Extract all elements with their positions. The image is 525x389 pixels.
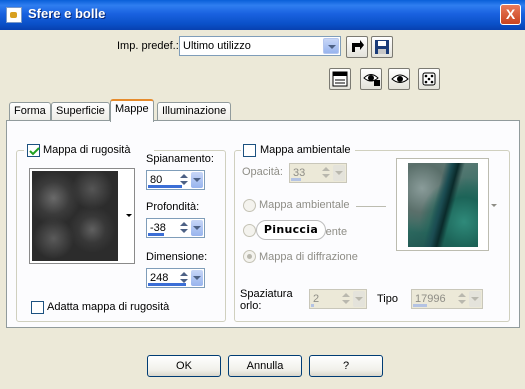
- preset-label: Imp. predef.:: [117, 40, 179, 52]
- bump-map-texture-image: [32, 171, 118, 261]
- smoothness-level-bar: [148, 185, 182, 188]
- up-down-arrows-icon[interactable]: [320, 165, 332, 181]
- cancel-button[interactable]: Annulla: [228, 355, 302, 377]
- edge-spacing-level-bar: [311, 304, 314, 307]
- edge-spacing-stepper[interactable]: 2: [309, 289, 367, 309]
- chevron-down-icon[interactable]: [191, 172, 203, 188]
- type-level-bar: [413, 304, 427, 307]
- type-stepper[interactable]: 17996: [411, 289, 483, 309]
- eye-toggle-button[interactable]: [360, 68, 382, 90]
- opacity-stepper[interactable]: 33: [289, 163, 347, 183]
- load-preset-button[interactable]: [346, 36, 368, 58]
- chevron-down-icon[interactable]: [353, 291, 365, 307]
- size-level-bar: [148, 283, 186, 286]
- bump-map-preview-frame[interactable]: [29, 168, 135, 264]
- smoothness-label: Spianamento:: [146, 153, 214, 165]
- checkmark-icon: [29, 147, 40, 156]
- window-title: Sfere e bolle: [28, 6, 106, 21]
- save-preset-button[interactable]: [371, 36, 393, 58]
- preset-select[interactable]: Ultimo utilizzo: [179, 36, 341, 56]
- diffraction-map-radio[interactable]: [243, 250, 256, 263]
- smoothness-stepper[interactable]: 80: [146, 170, 205, 190]
- opacity-label: Opacità:: [242, 166, 283, 178]
- load-preset-icon: [352, 40, 364, 52]
- ok-button[interactable]: OK: [147, 355, 221, 377]
- chevron-down-icon: [323, 38, 339, 54]
- type-label: Tipo: [377, 293, 398, 305]
- title-bar[interactable]: Sfere e bolle X: [0, 0, 525, 30]
- app-icon: [6, 7, 22, 23]
- eye-icon: [391, 74, 409, 83]
- edge-spacing-label-line1: Spaziatura: [240, 288, 293, 300]
- fit-bump-map-checkbox[interactable]: [31, 301, 44, 314]
- bump-map-label: Mappa di rugosità: [43, 144, 131, 156]
- tab-superficie[interactable]: Superficie: [51, 102, 110, 121]
- dice-random-icon: [422, 72, 436, 86]
- chevron-down-icon[interactable]: [191, 270, 203, 286]
- env-map-radio-label: Mappa ambientale: [259, 199, 350, 211]
- preset-value: Ultimo utilizzo: [183, 40, 251, 52]
- fit-bump-map-label: Adatta mappa di rugosità: [47, 301, 170, 313]
- env-map-label: Mappa ambientale: [260, 144, 351, 156]
- up-down-arrows-icon[interactable]: [456, 291, 468, 307]
- depth-level-bar: [148, 233, 164, 236]
- edge-spacing-label-line2: orlo:: [240, 300, 262, 312]
- chevron-down-icon[interactable]: [333, 165, 345, 181]
- size-label: Dimensione:: [146, 251, 208, 263]
- depth-stepper[interactable]: -38: [146, 218, 205, 238]
- eye-toggle-icon: [363, 74, 380, 86]
- tab-illuminazione[interactable]: Illuminazione: [157, 102, 232, 121]
- env-map-radio[interactable]: [243, 199, 256, 212]
- chevron-down-icon: [126, 214, 132, 217]
- chevron-down-icon[interactable]: [469, 291, 481, 307]
- bump-map-checkbox[interactable]: [27, 144, 40, 157]
- depth-label: Profondità:: [146, 201, 200, 213]
- env-map-preview-frame[interactable]: [396, 158, 489, 251]
- up-down-arrows-icon[interactable]: [178, 220, 190, 236]
- layout-button[interactable]: [329, 68, 351, 90]
- tab-forma[interactable]: Forma: [9, 102, 51, 121]
- env-map-checkbox[interactable]: [243, 144, 256, 157]
- watermark-badge: Pinuccia: [256, 220, 326, 240]
- chevron-down-icon[interactable]: [191, 220, 203, 236]
- transparent-env-radio[interactable]: [243, 224, 256, 237]
- layout-icon: [332, 71, 348, 87]
- diffraction-map-label: Mappa di diffrazione: [259, 251, 358, 263]
- chevron-down-icon[interactable]: [491, 204, 497, 207]
- up-down-arrows-icon[interactable]: [340, 291, 352, 307]
- close-button[interactable]: X: [500, 4, 521, 25]
- tab-mappe[interactable]: Mappe: [110, 99, 154, 122]
- env-map-texture-image: [408, 163, 478, 247]
- divider: [356, 206, 386, 207]
- help-button[interactable]: ?: [309, 355, 383, 377]
- size-stepper[interactable]: 248: [146, 268, 205, 288]
- save-preset-icon: [375, 40, 389, 54]
- opacity-level-bar: [291, 178, 301, 181]
- randomize-button[interactable]: [418, 68, 440, 90]
- eye-button[interactable]: [388, 68, 410, 90]
